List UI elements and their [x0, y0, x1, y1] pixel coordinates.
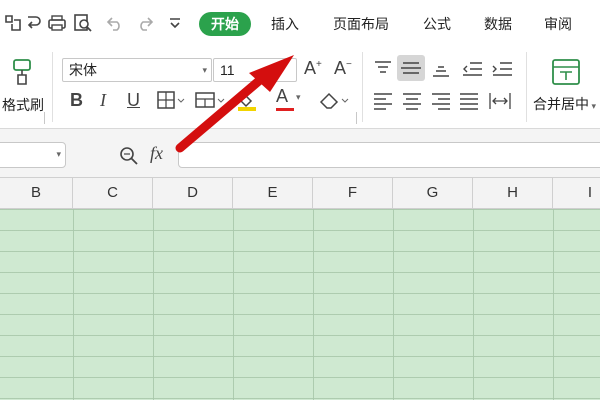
underline-button[interactable]: U: [127, 90, 140, 111]
group-divider: [44, 112, 45, 124]
name-box[interactable]: ▾: [0, 142, 66, 168]
tab-page-layout[interactable]: 页面布局: [333, 12, 389, 36]
font-size-value: 11: [220, 62, 235, 78]
chevron-down-icon: ▾: [56, 149, 61, 159]
align-right-icon[interactable]: [430, 90, 452, 112]
distribute-icon[interactable]: [488, 90, 512, 112]
group-divider: [52, 52, 53, 122]
font-name-value: 宋体: [69, 62, 97, 78]
column-header-bar: B C D E F G H I: [0, 178, 600, 209]
title-tab-bar: 开始 插入 页面布局 公式 数据 审阅: [0, 0, 600, 46]
bold-button[interactable]: B: [70, 90, 83, 111]
column-header[interactable]: G: [393, 178, 473, 208]
merge-center-icon[interactable]: [551, 58, 581, 86]
group-divider: [526, 52, 527, 122]
tab-home[interactable]: 开始: [199, 12, 251, 36]
cell-style-icon[interactable]: [194, 90, 226, 112]
italic-button[interactable]: I: [100, 90, 106, 111]
align-top-icon[interactable]: [372, 58, 394, 80]
save-cycle-icon[interactable]: [24, 12, 46, 34]
group-divider: [362, 52, 363, 122]
redo-icon[interactable]: [134, 12, 156, 34]
restore-icon[interactable]: [2, 12, 24, 34]
clear-eraser-icon[interactable]: [318, 90, 350, 112]
column-header[interactable]: I: [553, 178, 600, 208]
column-header[interactable]: C: [73, 178, 153, 208]
undo-icon[interactable]: [104, 12, 126, 34]
tab-data[interactable]: 数据: [484, 12, 512, 36]
print-icon[interactable]: [46, 12, 68, 34]
group-divider: [356, 112, 357, 124]
chevron-down-icon: ▾: [202, 65, 207, 75]
zoom-formula-icon[interactable]: [118, 145, 140, 167]
fill-color-icon[interactable]: [236, 88, 264, 112]
font-name-select[interactable]: 宋体 ▾: [62, 58, 212, 82]
decrease-indent-icon[interactable]: [460, 58, 484, 80]
tab-review[interactable]: 审阅: [544, 12, 572, 36]
font-size-select[interactable]: 11: [213, 58, 297, 82]
column-header[interactable]: E: [233, 178, 313, 208]
borders-icon[interactable]: [156, 90, 186, 112]
align-bottom-icon[interactable]: [430, 58, 452, 80]
formula-input[interactable]: [178, 142, 600, 168]
chevron-down-icon: ▾: [296, 92, 301, 102]
justify-icon[interactable]: [458, 90, 480, 112]
format-painter-icon[interactable]: [8, 58, 36, 86]
grow-font-icon[interactable]: A+: [304, 58, 322, 79]
increase-indent-icon[interactable]: [490, 58, 514, 80]
formula-bar: ▾ fx: [0, 129, 600, 178]
format-painter-label[interactable]: 格式刷: [2, 95, 44, 115]
customize-dropdown-icon[interactable]: [164, 12, 186, 34]
tab-formulas[interactable]: 公式: [423, 12, 451, 36]
align-left-icon[interactable]: [372, 90, 394, 112]
column-header[interactable]: B: [0, 178, 73, 208]
align-center-icon[interactable]: [401, 90, 423, 112]
ribbon: 格式刷 宋体 ▾ 11 A+ A− B I U A ▾ 合并居中 ▾: [0, 46, 600, 129]
print-preview-icon[interactable]: [72, 12, 94, 34]
align-middle-icon[interactable]: [397, 55, 425, 81]
column-header[interactable]: F: [313, 178, 393, 208]
font-color-swatch: [276, 108, 294, 111]
cell-grid[interactable]: [0, 209, 600, 400]
fx-label[interactable]: fx: [150, 143, 163, 164]
shrink-font-icon[interactable]: A−: [334, 58, 352, 79]
merge-center-button[interactable]: 合并居中 ▾: [533, 94, 596, 114]
tab-insert[interactable]: 插入: [271, 12, 299, 36]
column-header[interactable]: D: [153, 178, 233, 208]
font-color-button[interactable]: A ▾: [276, 86, 306, 112]
column-header[interactable]: H: [473, 178, 553, 208]
